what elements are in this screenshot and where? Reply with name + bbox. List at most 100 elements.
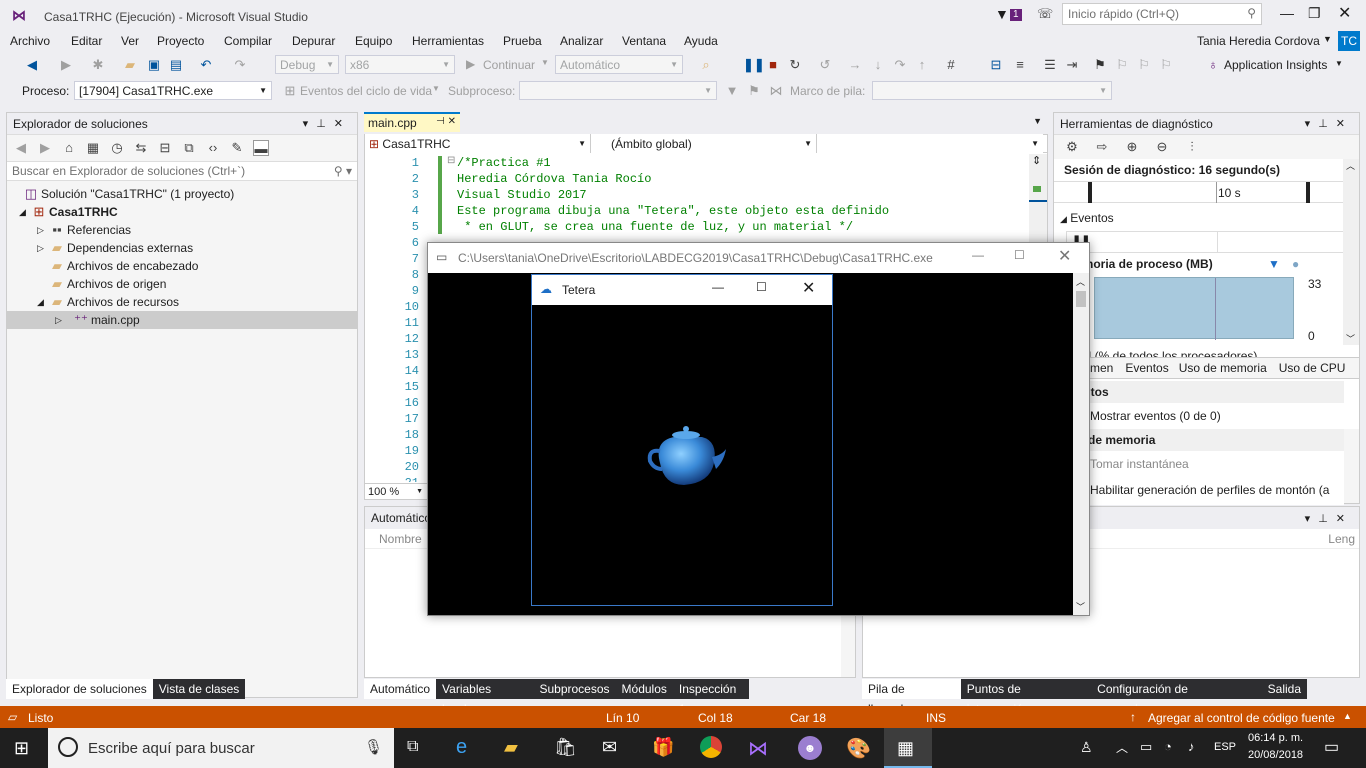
memory-chart[interactable] [1094,277,1294,340]
tab-solution-explorer[interactable]: Explorador de soluciones [6,679,153,699]
clock-time[interactable]: 06:14 p. m. [1248,732,1303,744]
pending-changes-icon[interactable]: ◷ [109,140,125,156]
menu-herramientas[interactable]: Herramientas [412,34,484,48]
show-events-link[interactable]: Mostrar eventos (0 de 0) [1054,403,1344,429]
taskbar-search-box[interactable]: Escribe aquí para buscar 🎙 [48,728,394,768]
stop-icon[interactable]: ■ [765,57,781,73]
lifecycle-events-icon[interactable]: ⊞ [282,83,298,99]
next-bookmark-icon[interactable]: ⚐ [1136,57,1152,73]
home-icon[interactable]: ⌂ [61,140,77,156]
tab-modules[interactable]: Módulos [615,679,673,699]
thread-filter-icon[interactable]: ▼ [724,83,740,99]
switch-views-icon[interactable]: ▦ [85,140,101,156]
menu-ventana[interactable]: Ventana [622,34,666,48]
close-tab-icon[interactable]: ✕ [448,116,456,127]
events-track[interactable]: ❚❚ [1066,231,1344,253]
process-combo[interactable]: [17904] Casa1TRHC.exe ▼ [74,81,272,100]
language-indicator[interactable]: ESP [1214,741,1236,753]
new-project-icon[interactable]: ✱ [90,57,106,73]
auto-combo[interactable]: Automático ▼ [555,55,683,74]
source-control-up-icon[interactable]: ▲ [1343,711,1352,721]
console-scrollbar[interactable]: ︿ ﹀ [1073,273,1089,615]
code-line[interactable]: 3 Visual Studio 2017 [379,187,889,203]
find-in-files-icon[interactable]: ⌕ [698,57,714,73]
clock-date[interactable]: 20/08/2018 [1248,749,1303,761]
restart-icon[interactable]: ↻ [787,57,803,73]
menu-archivo[interactable]: Archivo [10,34,50,48]
volume-icon[interactable]: ♪ [1188,739,1195,754]
chrome-icon[interactable] [700,736,722,758]
thread-combo[interactable]: ▼ [519,81,717,100]
hex-icon[interactable]: # [943,57,959,73]
zoom-out-icon[interactable]: ⊖ [1154,139,1170,155]
people-icon[interactable]: ♙ [1080,739,1093,756]
visual-studio-taskbar-icon[interactable]: ⋈ [748,736,768,761]
application-insights-dropdown-icon[interactable]: ▼ [1335,59,1343,68]
uncomment-icon[interactable]: ☰ [1042,57,1058,73]
show-only-flagged-icon[interactable]: ⋈ [768,83,784,99]
split-icon[interactable]: ⇕ [1032,154,1041,167]
tab-autos[interactable]: Automático [364,679,437,699]
tree-main-cpp[interactable]: ▷ ⁺⁺ main.cpp [7,311,357,329]
scroll-up-icon[interactable]: ︿ [1346,159,1355,172]
microphone-icon[interactable]: 🎙 [364,738,383,756]
configuration-combo[interactable]: Debug ▼ [275,55,339,74]
settings-icon[interactable]: ⚙ [1064,139,1080,155]
menu-proyecto[interactable]: Proyecto [157,34,204,48]
view-code-icon[interactable]: ‹› [205,140,221,156]
pin-icon[interactable]: ⊣ [436,116,445,127]
scroll-thumb[interactable] [1076,291,1086,307]
indent-icon[interactable]: ⇥ [1064,57,1080,73]
menu-analizar[interactable]: Analizar [560,34,603,48]
add-source-control-button[interactable]: Agregar al control de código fuente [1148,711,1335,725]
gift-icon[interactable]: 🎁 [652,737,674,758]
sync-icon[interactable]: ⇆ [133,140,149,156]
application-insights-button[interactable]: Application Insights [1224,58,1327,72]
properties-icon[interactable]: ✎ [229,140,245,156]
task-view-icon[interactable]: ⧉ [407,738,418,756]
member-nav-combo[interactable]: ▼ [817,134,1043,153]
close-button[interactable]: ✕ [1338,3,1351,23]
edge-icon[interactable]: e [456,736,467,759]
action-center-icon[interactable]: ▭ [1324,737,1339,757]
expanded-icon[interactable]: ◢ [19,207,31,218]
tree-header-files[interactable]: ▰ Archivos de encabezado [7,257,357,275]
tree-solution[interactable]: ◫ Solución "Casa1TRHC" (1 proyecto) [7,185,357,203]
tab-events[interactable]: Eventos [1121,361,1172,375]
console-close-button[interactable]: ✕ [1058,246,1071,266]
break-all-icon[interactable]: ❚❚ [743,57,765,73]
save-all-icon[interactable]: ▤ [168,57,184,73]
tab-exception-settings[interactable]: Configuración de excepciones [1091,679,1262,716]
scope-nav-combo[interactable]: (Ámbito global) ▼ [591,134,817,153]
show-all-files-icon[interactable]: ⧉ [181,140,197,156]
heap-profiling-checkbox[interactable]: Habilitar generación de perfiles de mont… [1054,477,1344,503]
collapse-icon[interactable]: ⊟ [447,155,455,166]
menu-compilar[interactable]: Compilar [224,34,272,48]
back-icon[interactable]: ◀ [24,57,40,73]
tree-source-files[interactable]: ▰ Archivos de origen [7,275,357,293]
glut-maximize-button[interactable]: ☐ [756,280,767,294]
quick-launch-input[interactable]: Inicio rápido (Ctrl+Q) ⚲ [1062,3,1262,25]
tree-project[interactable]: ◢ ⊞ Casa1TRHC [7,203,357,221]
pin-icon[interactable]: ⊥ [1318,118,1336,130]
tab-memory-usage[interactable]: Uso de memoria [1173,361,1273,375]
collapsed-icon[interactable]: ▷ [37,243,49,254]
prev-bookmark-icon[interactable]: ⚐ [1114,57,1130,73]
user-name[interactable]: Tania Heredia Cordova [1197,34,1320,48]
tree-external-deps[interactable]: ▷ ▰ Dependencias externas [7,239,357,257]
continue-dropdown-icon[interactable]: ▼ [541,58,549,67]
menu-editar[interactable]: Editar [71,34,102,48]
platform-combo[interactable]: x86 ▼ [345,55,455,74]
preview-icon[interactable]: ▬ [253,140,269,156]
notification-badge[interactable]: 1 [1010,9,1022,21]
zoom-in-icon[interactable]: ⊕ [1124,139,1140,155]
teapot-canvas[interactable] [532,305,832,605]
file-explorer-icon[interactable]: ▰ [504,737,518,758]
open-folder-icon[interactable]: ▰ [122,57,138,73]
pin-icon[interactable]: ⊥ [1318,513,1336,525]
tab-watch-1[interactable]: Inspección 1 [672,679,749,716]
step-out-icon[interactable]: ↑ [914,57,930,73]
maximize-button[interactable]: ❐ [1308,5,1321,22]
save-icon[interactable]: ▣ [146,57,162,73]
windows-start-icon[interactable]: ⊞ [14,738,29,759]
